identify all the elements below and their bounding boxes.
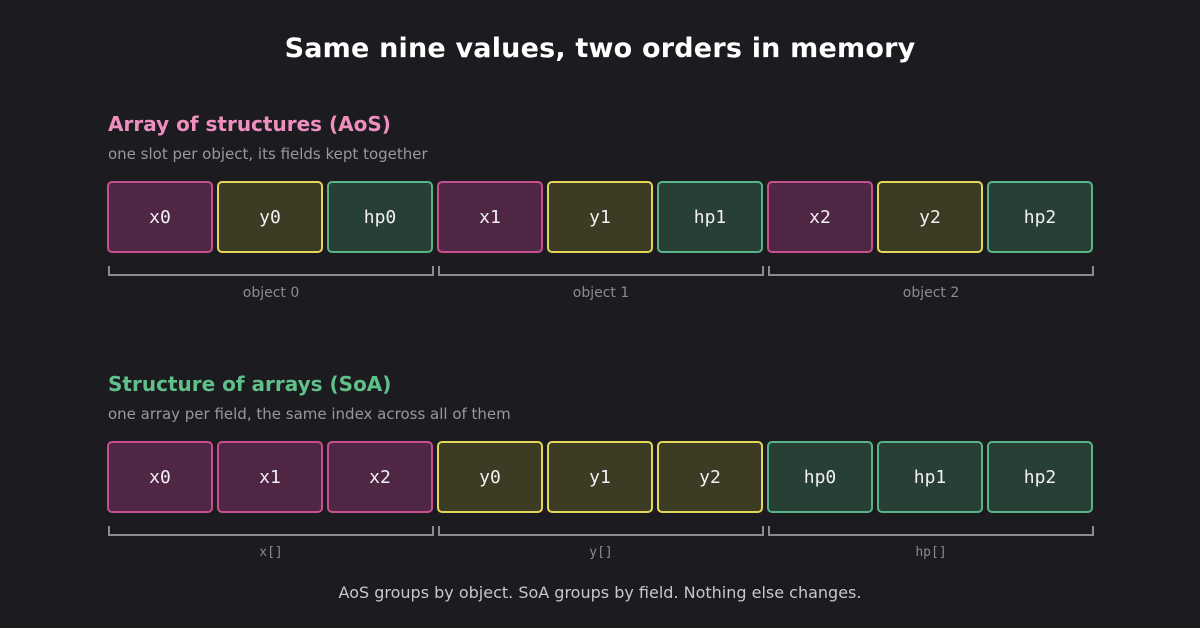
memory-cell-y0: y0 <box>437 441 543 513</box>
aos-subtitle: one slot per object, its fields kept tog… <box>108 145 428 163</box>
memory-cell-hp0: hp0 <box>327 181 433 253</box>
group-bracket <box>438 266 764 276</box>
group-bracket <box>768 266 1094 276</box>
soa-subtitle: one array per field, the same index acro… <box>108 405 511 423</box>
group-bracket <box>108 266 434 276</box>
memory-cell-y0: y0 <box>217 181 323 253</box>
group-label: y[] <box>589 545 613 560</box>
memory-cell-x2: x2 <box>767 181 873 253</box>
memory-cell-hp1: hp1 <box>657 181 763 253</box>
group-label: object 1 <box>572 285 630 301</box>
memory-cell-x0: x0 <box>107 181 213 253</box>
group-label: x[] <box>259 545 283 560</box>
group-label: object 2 <box>902 285 960 301</box>
group-bracket <box>108 526 434 536</box>
diagram-title: Same nine values, two orders in memory <box>284 33 916 64</box>
diagram-canvas: Same nine values, two orders in memory A… <box>0 0 1200 628</box>
group-label: hp[] <box>915 545 947 560</box>
soa-heading: Structure of arrays (SoA) <box>108 372 392 396</box>
memory-cell-hp2: hp2 <box>987 181 1093 253</box>
group-bracket <box>768 526 1094 536</box>
footer-caption: AoS groups by object. SoA groups by fiel… <box>338 583 862 602</box>
group-label: object 0 <box>242 285 300 301</box>
group-bracket <box>438 526 764 536</box>
aos-memory-row: x0 y0 hp0 x1 y1 hp1 x2 y2 hp2 <box>107 181 1093 253</box>
memory-cell-y2: y2 <box>657 441 763 513</box>
memory-cell-x0: x0 <box>107 441 213 513</box>
aos-heading: Array of structures (AoS) <box>108 112 391 136</box>
memory-cell-y1: y1 <box>547 441 653 513</box>
memory-cell-hp0: hp0 <box>767 441 873 513</box>
memory-cell-x2: x2 <box>327 441 433 513</box>
memory-cell-x1: x1 <box>217 441 323 513</box>
memory-cell-x1: x1 <box>437 181 543 253</box>
memory-cell-hp1: hp1 <box>877 441 983 513</box>
memory-cell-y1: y1 <box>547 181 653 253</box>
memory-cell-hp2: hp2 <box>987 441 1093 513</box>
memory-cell-y2: y2 <box>877 181 983 253</box>
soa-memory-row: x0 x1 x2 y0 y1 y2 hp0 hp1 hp2 <box>107 441 1093 513</box>
